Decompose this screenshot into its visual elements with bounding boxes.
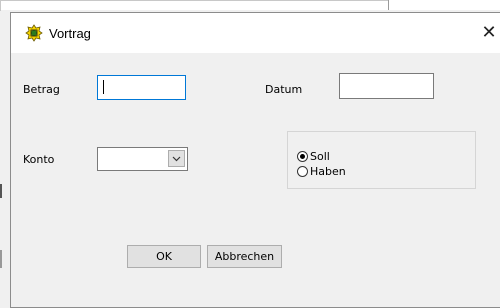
radio-haben-label: Haben	[310, 165, 346, 178]
title-bar[interactable]: Vortrag ✕	[11, 13, 500, 53]
konto-label: Konto	[23, 153, 55, 166]
text-caret	[103, 80, 104, 94]
radio-soll-button[interactable]	[297, 151, 308, 162]
ok-button[interactable]: OK	[127, 245, 201, 268]
konto-combobox[interactable]	[97, 147, 188, 171]
betrag-input[interactable]	[97, 75, 186, 100]
datum-input[interactable]	[339, 73, 434, 99]
konto-dropdown-button[interactable]	[168, 150, 185, 167]
yellow-gear-icon	[25, 24, 43, 42]
datum-label: Datum	[265, 83, 303, 96]
chevron-down-icon	[172, 156, 181, 162]
background-window-edge-right	[388, 0, 500, 10]
soll-haben-groupbox: Soll Haben	[287, 131, 476, 189]
radio-soll-label: Soll	[310, 150, 330, 163]
vortrag-dialog: Vortrag ✕ Betrag Datum Konto Soll Haben …	[10, 12, 500, 308]
background-window-mark	[0, 250, 2, 268]
cancel-button[interactable]: Abbrechen	[207, 245, 282, 268]
window-title: Vortrag	[49, 26, 91, 41]
close-icon[interactable]: ✕	[477, 21, 500, 45]
background-window-mark	[0, 184, 2, 198]
betrag-label: Betrag	[23, 83, 60, 96]
radio-soll[interactable]: Soll	[297, 150, 330, 163]
background-window-strip	[0, 0, 500, 11]
radio-haben-button[interactable]	[297, 166, 308, 177]
radio-haben[interactable]: Haben	[297, 165, 346, 178]
background-window-edge	[0, 0, 389, 11]
